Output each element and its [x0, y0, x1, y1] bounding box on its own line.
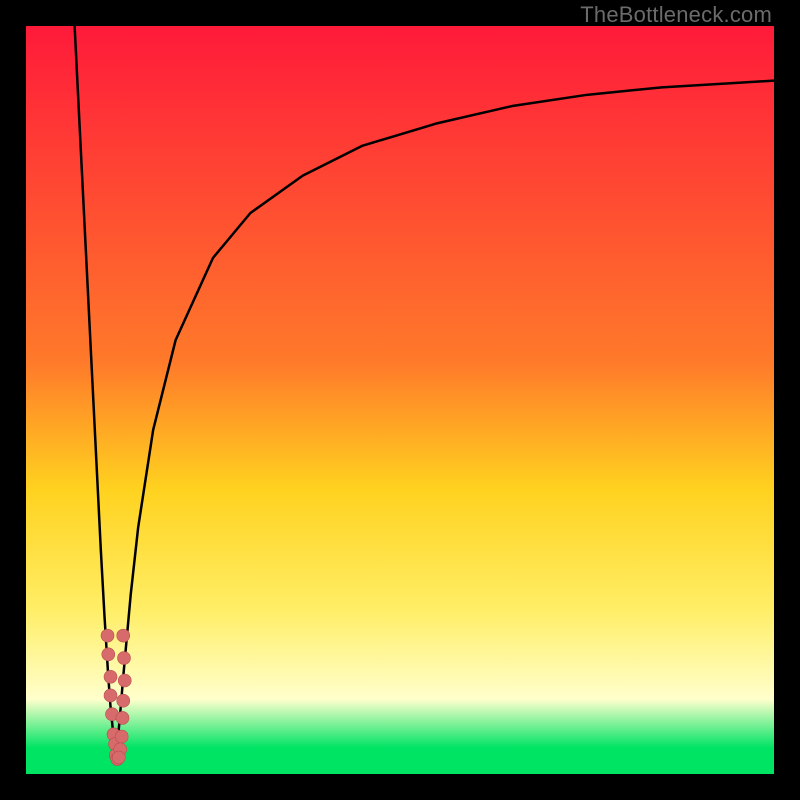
- marker-dot: [117, 694, 130, 707]
- marker-dot: [117, 652, 130, 665]
- marker-dot: [102, 648, 115, 661]
- marker-dot: [104, 670, 117, 683]
- gradient-background: [26, 26, 774, 774]
- marker-dot: [117, 629, 130, 642]
- watermark-text: TheBottleneck.com: [580, 2, 772, 28]
- marker-dot: [112, 751, 125, 764]
- marker-dot: [101, 629, 114, 642]
- marker-dot: [115, 730, 128, 743]
- marker-dot: [116, 711, 129, 724]
- marker-dot: [118, 674, 131, 687]
- bottleneck-plot: [26, 26, 774, 774]
- marker-dot: [104, 689, 117, 702]
- chart-frame: [26, 26, 774, 774]
